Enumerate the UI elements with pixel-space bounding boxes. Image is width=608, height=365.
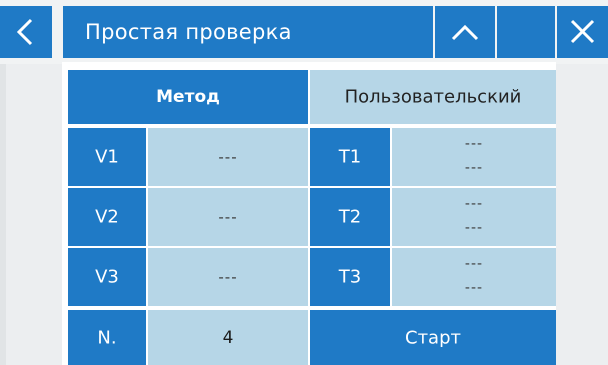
t2-label-cell: T2 xyxy=(310,188,390,246)
v2-value-field[interactable]: --- xyxy=(148,188,308,246)
v3-label: V3 xyxy=(95,266,119,288)
back-button[interactable] xyxy=(0,6,52,58)
v2-label-cell: V2 xyxy=(68,188,146,246)
tab-method-label: Метод xyxy=(156,87,220,107)
t3-value-top: --- xyxy=(464,256,484,272)
v2-value: --- xyxy=(218,208,238,226)
start-label: Старт xyxy=(405,327,461,348)
v2-label: V2 xyxy=(95,206,119,228)
tab-method[interactable]: Метод xyxy=(68,70,308,124)
v1-label-cell: V1 xyxy=(68,128,146,186)
n-value-field[interactable]: 4 xyxy=(148,310,308,365)
t1-label: T1 xyxy=(338,146,362,168)
scroll-up-button[interactable] xyxy=(435,6,495,58)
t2-value-top: --- xyxy=(464,196,484,212)
v3-label-cell: V3 xyxy=(68,248,146,306)
close-button[interactable] xyxy=(557,6,608,58)
settings-panel: Метод Пользовательский V1 --- T1 --- ---… xyxy=(62,62,556,365)
chevron-left-icon xyxy=(16,18,33,46)
blank-button[interactable] xyxy=(497,6,555,58)
v1-value: --- xyxy=(218,148,238,166)
t1-value-bottom: --- xyxy=(464,160,484,176)
t2-label: T2 xyxy=(338,206,362,228)
t3-value-bottom: --- xyxy=(464,280,484,296)
v3-value: --- xyxy=(218,268,238,286)
close-icon xyxy=(570,19,595,44)
page-title: Простая проверка xyxy=(85,20,292,44)
t2-value-field[interactable]: --- --- xyxy=(392,188,556,246)
tab-user-label: Пользовательский xyxy=(344,86,522,108)
start-button[interactable]: Старт xyxy=(310,310,556,365)
v3-value-field[interactable]: --- xyxy=(148,248,308,306)
n-value: 4 xyxy=(222,327,234,348)
title-bar: Простая проверка xyxy=(63,6,433,58)
t2-value-bottom: --- xyxy=(464,220,484,236)
t1-value-top: --- xyxy=(464,136,484,152)
left-edge xyxy=(0,64,6,365)
n-label-cell: N. xyxy=(68,310,146,365)
chevron-up-icon xyxy=(451,24,479,41)
top-bar: Простая проверка xyxy=(0,0,608,64)
t1-value-field[interactable]: --- --- xyxy=(392,128,556,186)
v1-label: V1 xyxy=(95,146,119,168)
t1-label-cell: T1 xyxy=(310,128,390,186)
t3-label-cell: T3 xyxy=(310,248,390,306)
t3-label: T3 xyxy=(338,266,362,288)
t3-value-field[interactable]: --- --- xyxy=(392,248,556,306)
n-label: N. xyxy=(97,327,117,348)
tab-user[interactable]: Пользовательский xyxy=(310,70,556,124)
v1-value-field[interactable]: --- xyxy=(148,128,308,186)
